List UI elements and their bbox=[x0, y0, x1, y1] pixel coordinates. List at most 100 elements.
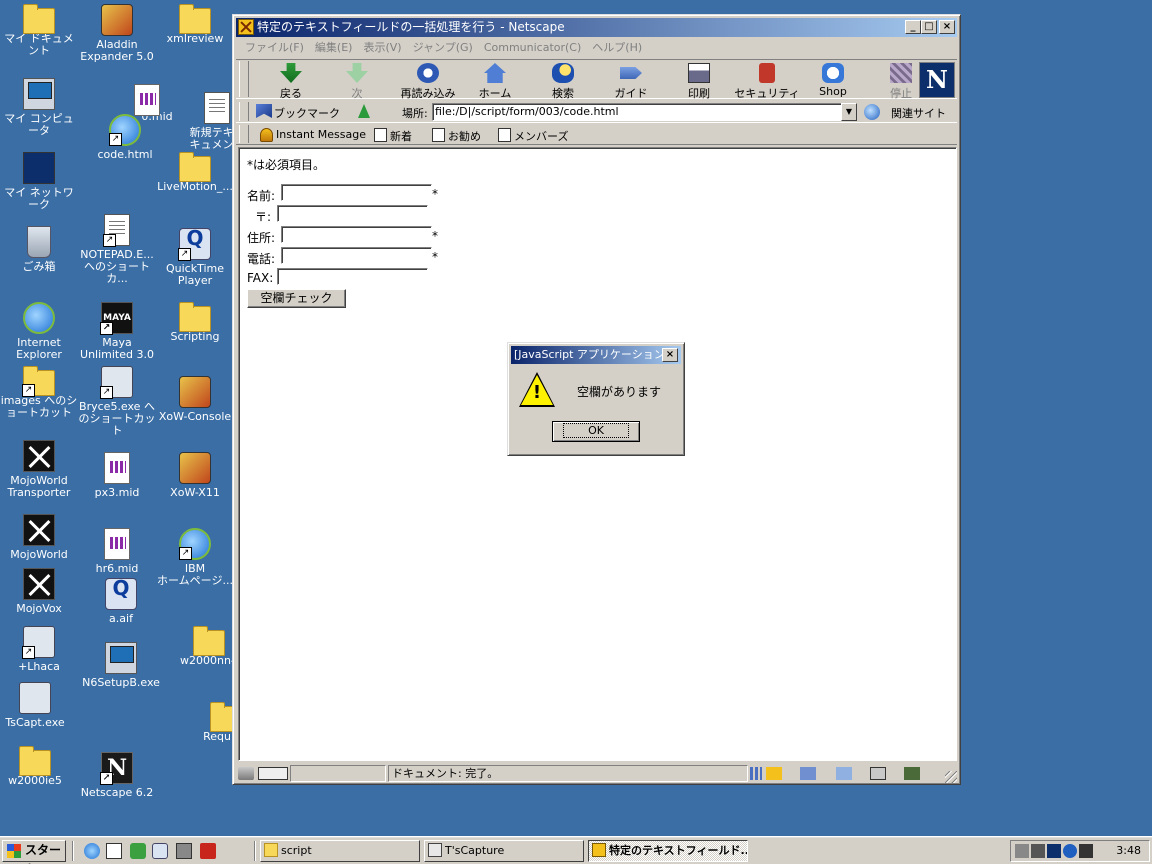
print-button[interactable]: 印刷 bbox=[668, 63, 730, 101]
menu-edit[interactable]: 編集(E) bbox=[312, 38, 361, 57]
navigation-toolbar: 戻る 次 再読み込み ホーム 検索 ガイド 印刷 セキュリティ Shop 停止 … bbox=[236, 59, 957, 101]
members-button[interactable]: メンバーズ bbox=[498, 128, 568, 144]
shop-button[interactable]: Shop bbox=[802, 63, 864, 98]
desktop-icon-ibm-homepage[interactable]: IBM ホームページ... bbox=[156, 528, 234, 587]
search-button[interactable]: 検索 bbox=[532, 63, 594, 101]
desktop-icon-my-computer[interactable]: マイ コンピュータ bbox=[0, 78, 78, 137]
quicklaunch-channels-icon[interactable] bbox=[130, 843, 146, 859]
postal-code-input[interactable] bbox=[277, 205, 428, 222]
menu-communicator[interactable]: Communicator(C) bbox=[481, 38, 589, 57]
quicklaunch-show-desktop-icon[interactable] bbox=[106, 843, 122, 859]
desktop-icon-netscape-62[interactable]: N Netscape 6.2 bbox=[78, 752, 156, 799]
desktop-icon-requ[interactable]: Requ bbox=[188, 702, 232, 743]
address-input[interactable] bbox=[281, 226, 432, 243]
folder-icon bbox=[193, 626, 225, 656]
forward-button[interactable]: 次 bbox=[326, 63, 388, 101]
desktop-icon-maya[interactable]: MAYA Maya Unlimited 3.0 bbox=[78, 302, 156, 361]
pen-tray-icon[interactable] bbox=[1031, 844, 1045, 858]
close-button[interactable]: × bbox=[939, 20, 955, 34]
quicklaunch-keyboard-icon[interactable] bbox=[176, 843, 192, 859]
task-script[interactable]: script bbox=[260, 840, 420, 862]
desktop-icon-mojoworld-transporter[interactable]: MojoWorld Transporter bbox=[0, 440, 78, 499]
page-proxy-icon[interactable] bbox=[358, 104, 370, 118]
dialog-close-button[interactable]: × bbox=[662, 348, 678, 362]
url-dropdown-button[interactable]: ▼ bbox=[841, 103, 857, 121]
desktop-icon-mojoworld[interactable]: MojoWorld bbox=[0, 514, 78, 561]
desktop-icon-internet-explorer[interactable]: Internet Explorer bbox=[0, 302, 78, 361]
menu-view[interactable]: 表示(V) bbox=[360, 38, 409, 57]
personal-grip[interactable] bbox=[239, 125, 249, 143]
desktop-icon-my-network[interactable]: マイ ネットワーク bbox=[0, 152, 78, 211]
recommended-button[interactable]: お勧め bbox=[432, 128, 481, 144]
menu-help[interactable]: ヘルプ(H) bbox=[589, 38, 650, 57]
maximize-button[interactable]: □ bbox=[921, 20, 937, 34]
desktop-icon-px3-mid[interactable]: px3.mid bbox=[78, 452, 156, 499]
ok-button[interactable]: OK bbox=[552, 421, 640, 442]
whats-new-button[interactable]: 新着 bbox=[374, 128, 412, 144]
bookmarks-button[interactable]: ブックマーク bbox=[274, 105, 340, 121]
composer-icon[interactable] bbox=[836, 767, 852, 780]
phone-input[interactable] bbox=[281, 247, 432, 264]
netscape-window-icon[interactable] bbox=[238, 19, 254, 35]
window-titlebar[interactable]: 特定のテキストフィールドの一括処理を行う - Netscape _ □ × bbox=[236, 18, 957, 37]
desktop-icon-tscapt[interactable]: TsCapt.exe bbox=[0, 682, 74, 729]
desktop-icon-quicktime-player[interactable]: QuickTime Player bbox=[156, 228, 234, 287]
desktop-icon-livemotion[interactable]: LiveMotion_... bbox=[156, 152, 234, 193]
security-lock-icon[interactable] bbox=[238, 767, 254, 780]
desktop-icon-bryce-shortcut[interactable]: Bryce5.exe へ のショートカット bbox=[78, 366, 156, 437]
task-tscapture[interactable]: T'sCapture bbox=[424, 840, 584, 862]
related-sites-button[interactable]: 関連サイト bbox=[891, 105, 946, 121]
quicklaunch-quicktime-icon[interactable] bbox=[152, 843, 168, 859]
volume-icon[interactable] bbox=[1015, 844, 1029, 858]
network-tray-icon[interactable] bbox=[1063, 844, 1077, 858]
desktop-icon-code-html[interactable]: code.html bbox=[86, 114, 164, 161]
netscape-tray-icon[interactable] bbox=[1047, 844, 1061, 858]
pen-icon[interactable] bbox=[904, 767, 920, 780]
security-button[interactable]: セキュリティ bbox=[732, 63, 802, 101]
desktop-icon-recycle-bin[interactable]: ごみ箱 bbox=[0, 226, 78, 273]
location-grip[interactable] bbox=[239, 102, 249, 121]
start-button[interactable]: スタート bbox=[2, 840, 66, 864]
address-book-icon[interactable] bbox=[870, 767, 886, 780]
desktop-icon-aladdin-expander[interactable]: Aladdin Expander 5.0 bbox=[78, 4, 156, 63]
menu-file[interactable]: ファイル(F) bbox=[242, 38, 312, 57]
minimize-button[interactable]: _ bbox=[905, 20, 921, 34]
home-button[interactable]: ホーム bbox=[464, 63, 526, 101]
netscape-logo[interactable]: N bbox=[919, 62, 955, 98]
quicklaunch-ie-icon[interactable] bbox=[84, 843, 100, 859]
desktop-icon-images-shortcut[interactable]: images へのシ ョートカット bbox=[0, 366, 78, 419]
name-input[interactable] bbox=[281, 184, 432, 201]
resize-grip-icon[interactable] bbox=[945, 771, 957, 783]
desktop-icon-w2000ie5[interactable]: w2000ie5 bbox=[0, 746, 74, 787]
reload-button[interactable]: 再読み込み bbox=[392, 63, 464, 101]
desktop-icon-scripting[interactable]: Scripting bbox=[156, 302, 234, 343]
desktop-icon-hr6-mid[interactable]: hr6.mid bbox=[78, 528, 156, 575]
desktop-icon-xmlreview[interactable]: xmlreview bbox=[156, 4, 234, 45]
desktop-icon-label: Aladdin Expander 5.0 bbox=[80, 38, 154, 63]
connection-icon[interactable] bbox=[258, 767, 288, 780]
menu-go[interactable]: ジャンプ(G) bbox=[410, 38, 481, 57]
guide-button[interactable]: ガイド bbox=[600, 63, 662, 101]
back-button[interactable]: 戻る bbox=[260, 63, 322, 101]
desktop-icon-my-documents[interactable]: マイ ドキュメント bbox=[0, 4, 78, 57]
task-netscape[interactable]: 特定のテキストフィールド... bbox=[588, 840, 748, 862]
related-sites-icon[interactable] bbox=[864, 104, 880, 120]
instant-message-button[interactable]: Instant Message bbox=[260, 128, 366, 142]
mail-icon[interactable] bbox=[800, 767, 816, 780]
recycle-bin-icon bbox=[27, 226, 51, 258]
desktop-icon-xow-x11[interactable]: XoW-X11 bbox=[156, 452, 234, 499]
desktop-icon-mojovox[interactable]: MojoVox bbox=[0, 568, 78, 615]
desktop-icon-n6setupb[interactable]: N6SetupB.exe bbox=[82, 642, 160, 689]
desktop-icon-xow-console[interactable]: XoW-Console bbox=[156, 376, 234, 423]
dialog-titlebar[interactable]: [JavaScript アプリケーション] × bbox=[511, 346, 681, 364]
desktop-icon-a-aif[interactable]: a.aif bbox=[82, 578, 160, 625]
toolbar-grip[interactable] bbox=[239, 61, 249, 97]
desktop-icon-lhaca[interactable]: +Lhaca bbox=[0, 626, 78, 673]
navigator-icon[interactable] bbox=[766, 767, 782, 780]
quicklaunch-acrobat-icon[interactable] bbox=[200, 843, 216, 859]
blank-check-button[interactable]: 空欄チェック bbox=[247, 289, 346, 308]
url-field[interactable]: file:/D|/script/form/003/code.html bbox=[432, 103, 843, 121]
ime-tray-icon[interactable] bbox=[1079, 844, 1093, 858]
desktop-icon-notepad-shortcut[interactable]: NOTEPAD.E... へのショートカ... bbox=[78, 214, 156, 285]
fax-input[interactable] bbox=[277, 268, 428, 285]
